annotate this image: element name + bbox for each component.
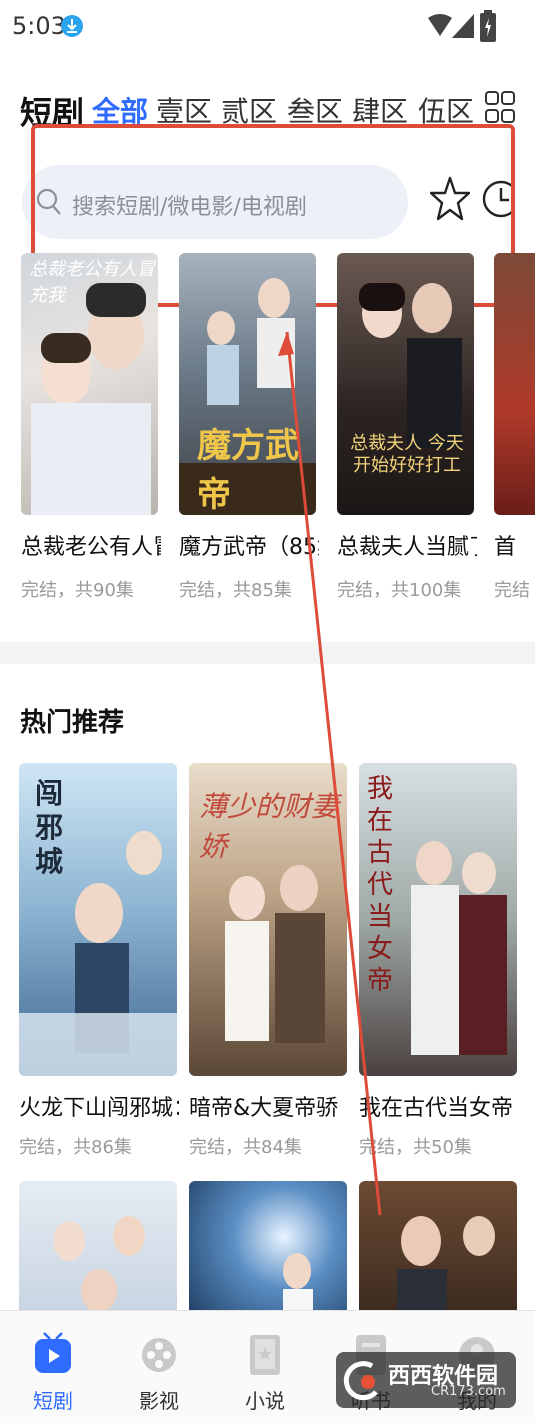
annotation-arrow	[278, 331, 382, 1216]
nav-item-short-drama[interactable]: 短剧	[0, 1311, 106, 1423]
book-icon	[250, 1335, 280, 1375]
nav-label: 短剧	[33, 1389, 73, 1413]
nav-item-film[interactable]: 影视	[106, 1311, 212, 1423]
play-icon	[35, 1332, 71, 1373]
watermark-subtext: CR173.com	[431, 1384, 506, 1399]
site-watermark: 西西软件园 CR173.com	[336, 1352, 516, 1408]
nav-item-novel[interactable]: 小说	[212, 1311, 318, 1423]
watermark-logo-icon	[343, 1361, 378, 1401]
film-reel-icon	[142, 1338, 176, 1372]
nav-label: 影视	[139, 1389, 179, 1413]
nav-label: 小说	[245, 1389, 285, 1413]
